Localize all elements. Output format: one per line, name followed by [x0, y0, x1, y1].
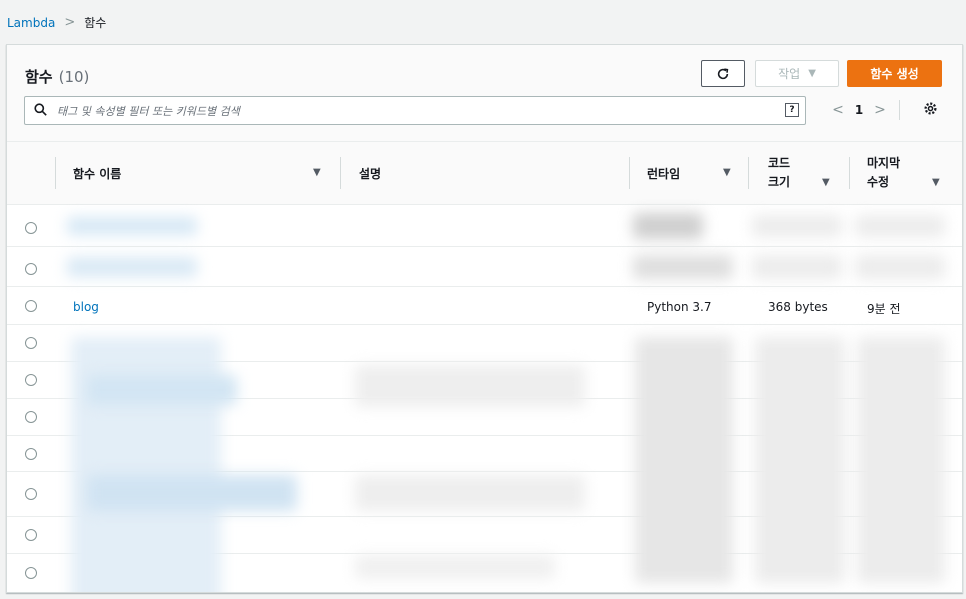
code-size-line-1: 코드	[768, 156, 791, 170]
obscured-content	[755, 337, 845, 583]
column-header-description[interactable]: 설명	[359, 142, 381, 204]
obscured-content	[87, 475, 297, 511]
row-radio[interactable]	[25, 488, 37, 500]
table-row[interactable]: blog Python 3.7 368 bytes 9분 전	[7, 287, 962, 325]
row-radio[interactable]	[25, 222, 37, 234]
pager-divider	[899, 100, 900, 120]
last-modified-line-2: 수정	[867, 175, 890, 189]
last-modified-line-1: 마지막	[867, 156, 901, 170]
function-count: (10)	[58, 68, 90, 86]
obscured-content	[855, 215, 945, 237]
refresh-icon	[717, 67, 729, 79]
pagination: < 1 >	[827, 100, 908, 120]
title-text: 함수	[25, 68, 53, 86]
obscured-content	[355, 555, 555, 579]
breadcrumb-current: 함수	[84, 16, 107, 30]
sort-icon[interactable]: ▼	[822, 177, 830, 188]
row-radio[interactable]	[25, 300, 37, 312]
obscured-content	[633, 213, 703, 239]
column-divider	[340, 157, 341, 189]
sort-icon[interactable]: ▼	[932, 177, 940, 188]
column-divider	[748, 157, 749, 189]
row-radio[interactable]	[25, 529, 37, 541]
search-input[interactable]: 태그 및 속성별 필터 또는 키워드별 검색 ?	[24, 96, 806, 125]
column-header-runtime[interactable]: 런타임	[647, 142, 680, 204]
last-modified-value: 9분 전	[867, 302, 901, 316]
column-header-code-size[interactable]: 코드 크기	[768, 142, 790, 204]
row-radio[interactable]	[25, 337, 37, 349]
row-radio[interactable]	[25, 567, 37, 579]
sort-icon[interactable]: ▼	[313, 167, 321, 178]
column-divider	[849, 157, 850, 189]
breadcrumb-separator: >	[64, 15, 76, 30]
obscured-content	[67, 217, 197, 235]
runtime-value: Python 3.7	[647, 300, 712, 314]
column-header-last-modified[interactable]: 마지막 수정	[867, 142, 900, 204]
current-page[interactable]: 1	[849, 103, 869, 117]
search-placeholder: 태그 및 속성별 필터 또는 키워드별 검색	[57, 105, 240, 118]
obscured-content	[855, 255, 945, 279]
row-radio[interactable]	[25, 411, 37, 423]
sort-icon[interactable]: ▼	[723, 167, 731, 178]
prev-page-button[interactable]: <	[827, 102, 849, 118]
breadcrumb-lambda-link[interactable]: Lambda	[7, 16, 55, 30]
obscured-content	[857, 337, 945, 583]
obscured-content	[752, 215, 842, 237]
column-header-name[interactable]: 함수 이름	[73, 142, 121, 204]
obscured-content	[355, 365, 585, 407]
help-icon[interactable]: ?	[785, 103, 799, 117]
next-page-button[interactable]: >	[869, 102, 891, 118]
obscured-content	[635, 337, 733, 583]
obscured-content	[87, 375, 237, 405]
row-radio[interactable]	[25, 374, 37, 386]
gear-icon[interactable]	[923, 101, 938, 116]
breadcrumb: Lambda > 함수	[7, 14, 106, 31]
function-name-link[interactable]: blog	[73, 300, 99, 314]
caret-down-icon: ▼	[808, 68, 816, 79]
table-row[interactable]	[7, 247, 962, 287]
code-size-line-2: 크기	[768, 175, 791, 189]
table-row[interactable]	[7, 205, 962, 247]
obscured-content	[752, 255, 842, 279]
row-radio[interactable]	[25, 448, 37, 460]
search-icon	[34, 103, 47, 116]
actions-dropdown[interactable]: 작업 ▼	[755, 60, 839, 87]
table-header: 함수 이름 ▼ 설명 런타임 ▼ 코드 크기 ▼ 마지막 수정 ▼	[7, 142, 962, 205]
obscured-content	[67, 257, 197, 277]
functions-panel: 함수 (10) 작업 ▼ 함수 생성 태그 및 속성별 필터 또는 키워드별 검색…	[6, 44, 963, 593]
refresh-button[interactable]	[701, 60, 745, 87]
row-radio[interactable]	[25, 263, 37, 275]
obscured-content	[633, 255, 733, 279]
create-function-button[interactable]: 함수 생성	[847, 60, 942, 87]
column-divider	[629, 157, 630, 189]
column-divider	[55, 157, 56, 189]
code-size-value: 368 bytes	[768, 300, 828, 314]
page-title: 함수 (10)	[25, 66, 89, 87]
actions-label: 작업	[778, 67, 801, 81]
obscured-content	[355, 475, 585, 511]
